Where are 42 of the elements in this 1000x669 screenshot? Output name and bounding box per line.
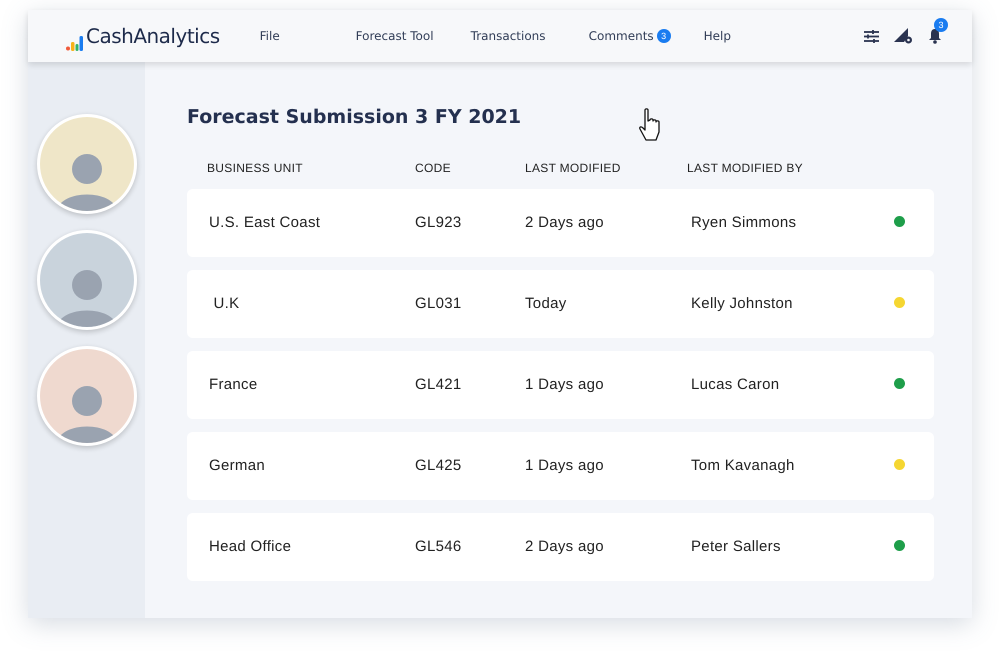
table-cell-text: France xyxy=(209,374,258,395)
table-cell-text: Today xyxy=(525,294,568,314)
column-header: BUSINESS UNIT xyxy=(207,160,304,177)
table-cell-text: U.S. East Coast xyxy=(209,212,322,233)
page-title: Forecast Submission 3 FY 2021 xyxy=(187,106,522,129)
table-cell-text: GL031 xyxy=(415,294,463,314)
table-row[interactable]: Head Office GL546 2 Days ago Peter Sallers xyxy=(187,512,934,581)
table-cell-text: Kelly Johnston xyxy=(691,294,794,314)
menu-link[interactable]: Help xyxy=(704,29,731,43)
table-cell-text: Peter Sallers xyxy=(691,536,782,557)
comment-count: 3 xyxy=(656,29,671,43)
table-cell-text: 2 Days ago xyxy=(525,212,605,233)
bell-icon[interactable] xyxy=(928,28,942,44)
table-cell-text: 1 Days ago xyxy=(525,374,605,395)
table-row[interactable]: U.S. East Coast GL923 2 Days ago Ryen Simmons xyxy=(187,188,934,257)
table-cell-text: Lucas Caron xyxy=(691,374,780,395)
table-cell-text: 1 Days ago xyxy=(525,456,605,476)
table-cell-text: U.K xyxy=(212,294,240,314)
logo-bars-icon xyxy=(66,36,83,51)
table-cell-text: GL425 xyxy=(415,456,463,476)
menu-link[interactable]: Transactions xyxy=(470,29,546,43)
menu-link[interactable]: Comments xyxy=(588,29,654,43)
notification-count: 3 xyxy=(934,18,948,32)
table-cell-text: GL421 xyxy=(415,374,463,395)
column-header: LAST MODIFIED BY xyxy=(687,160,804,177)
menu-link[interactable]: File xyxy=(260,29,280,43)
signal-gear-icon[interactable] xyxy=(894,28,913,44)
table-cell-text: GL546 xyxy=(415,536,463,557)
table-row[interactable]: German GL425 1 Days ago Tom Kavanagh xyxy=(187,432,934,500)
table-cell-text: Ryen Simmons xyxy=(691,212,798,233)
table-row[interactable]: U.K GL031 Today Kelly Johnston xyxy=(187,270,934,338)
table-row[interactable]: France GL421 1 Days ago Lucas Caron xyxy=(187,350,934,419)
column-header: CODE xyxy=(415,160,452,177)
table-cell-text: GL923 xyxy=(415,212,463,233)
menu-link[interactable]: Forecast Tool xyxy=(356,29,434,43)
table-cell-text: 2 Days ago xyxy=(525,536,605,557)
column-header: LAST MODIFIED xyxy=(525,160,622,177)
sliders-icon[interactable] xyxy=(864,30,879,42)
table-cell-text: Tom Kavanagh xyxy=(691,456,796,476)
table-cell-text: Head Office xyxy=(209,536,292,557)
table-cell-text: German xyxy=(209,456,266,476)
logo-text: CashAnalytics xyxy=(86,23,220,50)
